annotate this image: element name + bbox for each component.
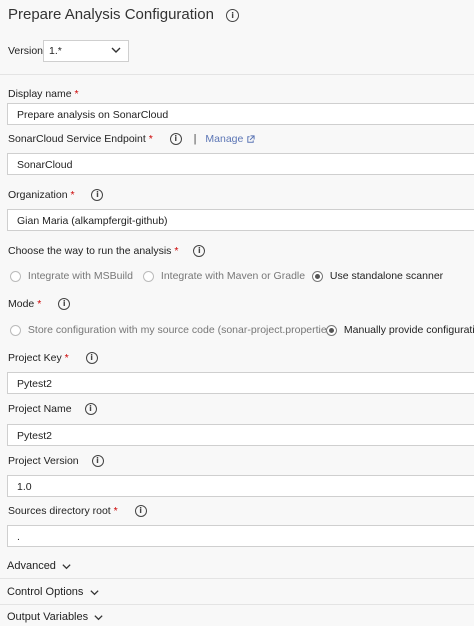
- sources-root-label-text: Sources directory root: [8, 505, 111, 517]
- required-marker: *: [37, 298, 42, 310]
- organization-input[interactable]: Gian Maria (alkampfergit-github): [7, 209, 474, 231]
- required-marker: *: [74, 88, 79, 100]
- project-version-label-text: Project Version: [8, 455, 79, 467]
- display-name-label-text: Display name: [8, 88, 72, 100]
- section-control-options[interactable]: Control Options: [7, 586, 100, 598]
- version-label: Version: [8, 45, 44, 57]
- page-title: Prepare Analysis Configuration i: [8, 6, 240, 23]
- radio-button-selected[interactable]: [312, 270, 323, 282]
- required-marker: *: [113, 505, 118, 517]
- project-version-label: Project Version i: [8, 455, 104, 468]
- radio-button[interactable]: [143, 270, 154, 282]
- chevron-down-icon: [111, 47, 121, 53]
- project-key-input[interactable]: Pytest2: [7, 372, 474, 394]
- radio-option-label: Integrate with MSBuild: [27, 270, 133, 282]
- organization-label-text: Organization: [8, 189, 68, 201]
- radio-option-label: Manually provide configuration: [343, 324, 474, 336]
- section-advanced-label: Advanced: [7, 560, 56, 572]
- version-select[interactable]: 1.*: [43, 40, 129, 62]
- radio-option-manual-config[interactable]: Manually provide configuration: [326, 324, 474, 336]
- project-key-label-text: Project Key: [8, 352, 62, 364]
- section-output-variables-label: Output Variables: [7, 611, 89, 623]
- required-marker: *: [70, 189, 75, 201]
- required-marker: *: [148, 133, 153, 145]
- divider: [0, 578, 474, 579]
- info-icon[interactable]: i: [169, 133, 182, 146]
- chevron-down-icon: [89, 589, 99, 595]
- section-control-options-label: Control Options: [7, 586, 84, 598]
- project-name-input[interactable]: Pytest2: [7, 424, 474, 446]
- chevron-down-icon: [62, 563, 71, 569]
- project-name-label-text: Project Name: [8, 403, 72, 415]
- divider: [0, 74, 474, 75]
- run-way-label-text: Choose the way to run the analysis: [8, 245, 172, 257]
- separator: |: [193, 133, 197, 145]
- version-value: 1.*: [49, 45, 62, 57]
- mode-label: Mode * i: [8, 298, 71, 311]
- radio-option-msbuild[interactable]: Integrate with MSBuild: [10, 270, 133, 282]
- sources-root-label: Sources directory root * i: [8, 505, 147, 518]
- section-output-variables[interactable]: Output Variables: [7, 611, 104, 623]
- run-way-label: Choose the way to run the analysis * i: [8, 245, 206, 258]
- info-icon[interactable]: i: [85, 352, 98, 365]
- radio-option-label: Integrate with Maven or Gradle: [160, 270, 306, 282]
- manage-link[interactable]: Manage: [205, 133, 255, 145]
- info-icon[interactable]: i: [226, 8, 240, 22]
- project-name-label: Project Name i: [8, 403, 97, 416]
- info-icon[interactable]: i: [84, 403, 97, 416]
- info-icon[interactable]: i: [193, 245, 206, 258]
- project-key-label: Project Key * i: [8, 352, 98, 365]
- mode-label-text: Mode: [8, 298, 35, 310]
- page-title-text: Prepare Analysis Configuration: [8, 6, 214, 23]
- display-name-input[interactable]: Prepare analysis on SonarCloud: [7, 103, 474, 125]
- required-marker: *: [174, 245, 179, 257]
- display-name-label: Display name *: [8, 88, 79, 100]
- info-icon[interactable]: i: [91, 455, 104, 468]
- external-link-icon: [247, 135, 255, 143]
- radio-option-standalone[interactable]: Use standalone scanner: [312, 270, 443, 282]
- project-version-input[interactable]: 1.0: [7, 475, 474, 497]
- manage-link-text: Manage: [205, 133, 244, 145]
- required-marker: *: [64, 352, 69, 364]
- organization-label: Organization * i: [8, 189, 104, 202]
- endpoint-label-text: SonarCloud Service Endpoint: [8, 133, 146, 145]
- radio-option-store-config[interactable]: Store configuration with my source code …: [10, 324, 335, 336]
- radio-button[interactable]: [10, 270, 21, 282]
- radio-option-maven-gradle[interactable]: Integrate with Maven or Gradle: [143, 270, 305, 282]
- radio-option-label: Store configuration with my source code …: [27, 324, 336, 336]
- radio-option-label: Use standalone scanner: [329, 270, 444, 282]
- divider: [0, 604, 474, 605]
- sources-root-input[interactable]: .: [7, 525, 474, 547]
- endpoint-input[interactable]: SonarCloud: [7, 153, 474, 175]
- info-icon[interactable]: i: [91, 189, 104, 202]
- chevron-down-icon: [94, 614, 103, 620]
- info-icon[interactable]: i: [134, 505, 147, 518]
- radio-button[interactable]: [10, 324, 21, 336]
- endpoint-label: SonarCloud Service Endpoint * i | Manage: [8, 133, 255, 146]
- radio-button-selected[interactable]: [326, 324, 337, 336]
- section-advanced[interactable]: Advanced: [7, 560, 72, 572]
- info-icon[interactable]: i: [58, 298, 71, 311]
